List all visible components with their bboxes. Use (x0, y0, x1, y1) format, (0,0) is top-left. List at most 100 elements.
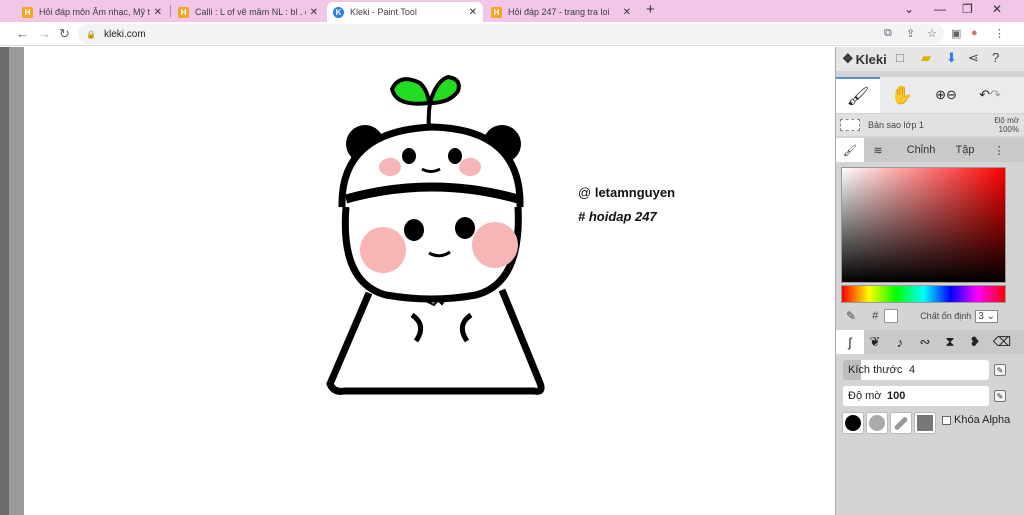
tab-brush[interactable]: 🖌 (836, 138, 864, 162)
current-color-swatch[interactable] (884, 309, 899, 323)
menu-dots-icon[interactable]: ⋮ (994, 27, 1005, 40)
close-icon[interactable]: ✕ (310, 7, 318, 18)
new-image-icon[interactable]: □ (896, 50, 904, 65)
tab-hoidap-amnhac[interactable]: H Hỏi đáp môn Âm nhạc, Mỹ thuật ✕ (16, 2, 168, 22)
opacity-pressure-icon[interactable]: ✎ (994, 390, 1006, 402)
hand-icon: ✋ (890, 84, 914, 105)
color-saturation-picker[interactable] (841, 167, 1006, 283)
signature-handle: @ letamnguyen (578, 185, 675, 200)
brush-tool-button[interactable]: 🖌 (836, 77, 880, 113)
blend-brush-button[interactable]: ❦ (861, 330, 889, 354)
zoom-out-icon[interactable]: ⊖ (946, 87, 957, 103)
tab-hoidap-traloi[interactable]: H Hỏi đáp 247 - trang tra loi ✕ (485, 2, 637, 22)
browser-tab-bar: H Hỏi đáp môn Âm nhạc, Mỹ thuật ✕ H Call… (0, 0, 1024, 22)
sketchy-brush-button[interactable]: ♪ (886, 330, 914, 354)
square-shape-button[interactable] (914, 412, 936, 434)
size-value: 4 (909, 364, 916, 376)
signature-tag: # hoidap 247 (578, 209, 657, 224)
close-icon[interactable]: ✕ (154, 7, 162, 18)
layer-opacity: Độ mờ 100% (994, 116, 1019, 134)
close-window-icon[interactable]: ✕ (992, 2, 1002, 16)
tab-calli[interactable]: H Calli : L of vẽ mầm NL : bl . câu hỏi … (172, 2, 324, 22)
tab-file[interactable]: Tập (950, 138, 980, 162)
new-tab-button[interactable]: + (646, 1, 655, 18)
round-shape-button[interactable] (842, 412, 864, 434)
line-shape-button[interactable] (890, 412, 912, 434)
zoom-in-icon[interactable]: ⊕ (935, 87, 946, 103)
soft-shape-button[interactable] (866, 412, 888, 434)
share-icon[interactable]: ⇪ (906, 27, 915, 40)
panel-tabs: 🖌 ≋ Chỉnh Tập ⋮ (836, 138, 1024, 162)
tab-title: Hỏi đáp môn Âm nhạc, Mỹ thuật (39, 7, 150, 17)
reload-icon[interactable]: ↻ (59, 26, 70, 42)
brush-icon: 🖌 (843, 144, 857, 157)
signature-name: letamnguyen (594, 185, 676, 200)
back-icon[interactable]: ← (16, 26, 29, 41)
redo-icon[interactable]: ↷ (990, 87, 1001, 103)
hex-input-icon[interactable]: # (872, 310, 878, 322)
profile-avatar[interactable]: ● (971, 27, 978, 39)
square-brush-icon (917, 415, 933, 431)
zoom-buttons[interactable]: ⊕ ⊖ (924, 77, 968, 113)
lock-icon[interactable]: 🔒 (86, 30, 96, 39)
round-brush-icon (845, 415, 861, 431)
lock-alpha-checkbox[interactable] (942, 415, 951, 425)
size-slider[interactable]: Kích thước 4 (843, 360, 989, 380)
brush-type-row: ʃ ❦ ♪ ∾ ⧗ ❥ ⌫ (836, 330, 1024, 354)
open-folder-icon[interactable]: ▰ (921, 50, 931, 66)
stabilizer-select[interactable]: 3 ⌄ (975, 309, 998, 323)
pen-brush-button[interactable]: ʃ (836, 330, 864, 354)
smudge-brush-icon: ❥ (969, 334, 981, 349)
download-icon[interactable]: ⬇ (946, 50, 957, 66)
canvas-scroll-edge (9, 47, 24, 515)
maximize-icon[interactable]: ❐ (962, 2, 973, 16)
hoidap-favicon-icon: H (178, 6, 189, 18)
stabilizer-label: Chất ổn định (920, 311, 972, 321)
brush-icon: 🖌 (846, 85, 870, 106)
color-picker-row: ✎ # Chất ổn định 3 ⌄ (836, 305, 1024, 327)
bookmark-star-icon[interactable]: ☆ (927, 27, 937, 40)
hue-slider[interactable] (841, 285, 1006, 303)
eraser-icon: ⌫ (992, 334, 1012, 349)
layer-preview[interactable]: Bản sao lớp 1 Độ mờ 100% (836, 114, 1024, 136)
kleki-favicon-icon: K (333, 6, 344, 18)
undo-redo-buttons[interactable]: ↶ ↷ (968, 77, 1012, 113)
chemy-brush-button[interactable]: ⧗ (936, 330, 964, 354)
minimize-icon[interactable]: — (934, 2, 946, 16)
layers-icon: ≋ (873, 144, 883, 157)
help-icon[interactable]: ? (992, 50, 999, 65)
lock-alpha-toggle[interactable]: Khóa Alpha (942, 414, 1010, 426)
opacity-slider[interactable]: Độ mờ 100 (843, 386, 989, 406)
url-field[interactable]: 🔒 kleki.com (78, 24, 944, 44)
tab-search-icon[interactable]: ⌄ (904, 2, 914, 16)
more-options-icon[interactable]: ⋮ (980, 138, 1018, 162)
address-bar: ← → ↻ 🔒 kleki.com ⧉ ⇪ ☆ ▣ ● ⋮ (0, 22, 1024, 46)
tab-title: Calli : L of vẽ mầm NL : bl . câu hỏi (195, 7, 306, 17)
url-text: kleki.com (103, 28, 146, 40)
tab-layers[interactable]: ≋ (864, 138, 892, 162)
forward-icon[interactable]: → (38, 26, 51, 41)
pen-brush-icon: ʃ (848, 334, 852, 350)
drawing-canvas[interactable]: @ letamnguyen # hoidap 247 (24, 47, 834, 515)
tab-adjust[interactable]: Chỉnh (892, 138, 950, 162)
pixel-brush-icon: ∾ (919, 334, 931, 349)
share-icon[interactable]: ⋖ (968, 50, 979, 66)
size-label: Kích thước (848, 364, 903, 376)
close-icon[interactable]: ✕ (623, 7, 631, 18)
hand-tool-button[interactable]: ✋ (880, 77, 924, 113)
close-icon[interactable]: ✕ (469, 7, 477, 18)
undo-icon[interactable]: ↶ (979, 87, 990, 103)
tab-kleki[interactable]: K Kleki - Paint Tool ✕ (327, 2, 483, 22)
size-pressure-icon[interactable]: ✎ (994, 364, 1006, 376)
kleki-logo[interactable]: ❖ Kleki (842, 51, 887, 67)
side-panel-icon[interactable]: ▣ (951, 27, 961, 40)
translate-icon[interactable]: ⧉ (884, 27, 892, 40)
kleki-tool-panel: ❖ Kleki □ ▰ ⬇ ⋖ ? 🖌 ✋ ⊕ ⊖ ↶ ↷ Bản sao lớp 1… (835, 47, 1024, 515)
opacity-label: Độ mờ (848, 390, 882, 402)
eraser-button[interactable]: ⌫ (988, 330, 1016, 354)
layer-name: Bản sao lớp 1 (868, 120, 924, 130)
sketchy-brush-icon: ♪ (896, 334, 904, 350)
eyedropper-icon[interactable]: ✎ (846, 309, 856, 323)
smudge-brush-button[interactable]: ❥ (961, 330, 989, 354)
pixel-brush-button[interactable]: ∾ (911, 330, 939, 354)
